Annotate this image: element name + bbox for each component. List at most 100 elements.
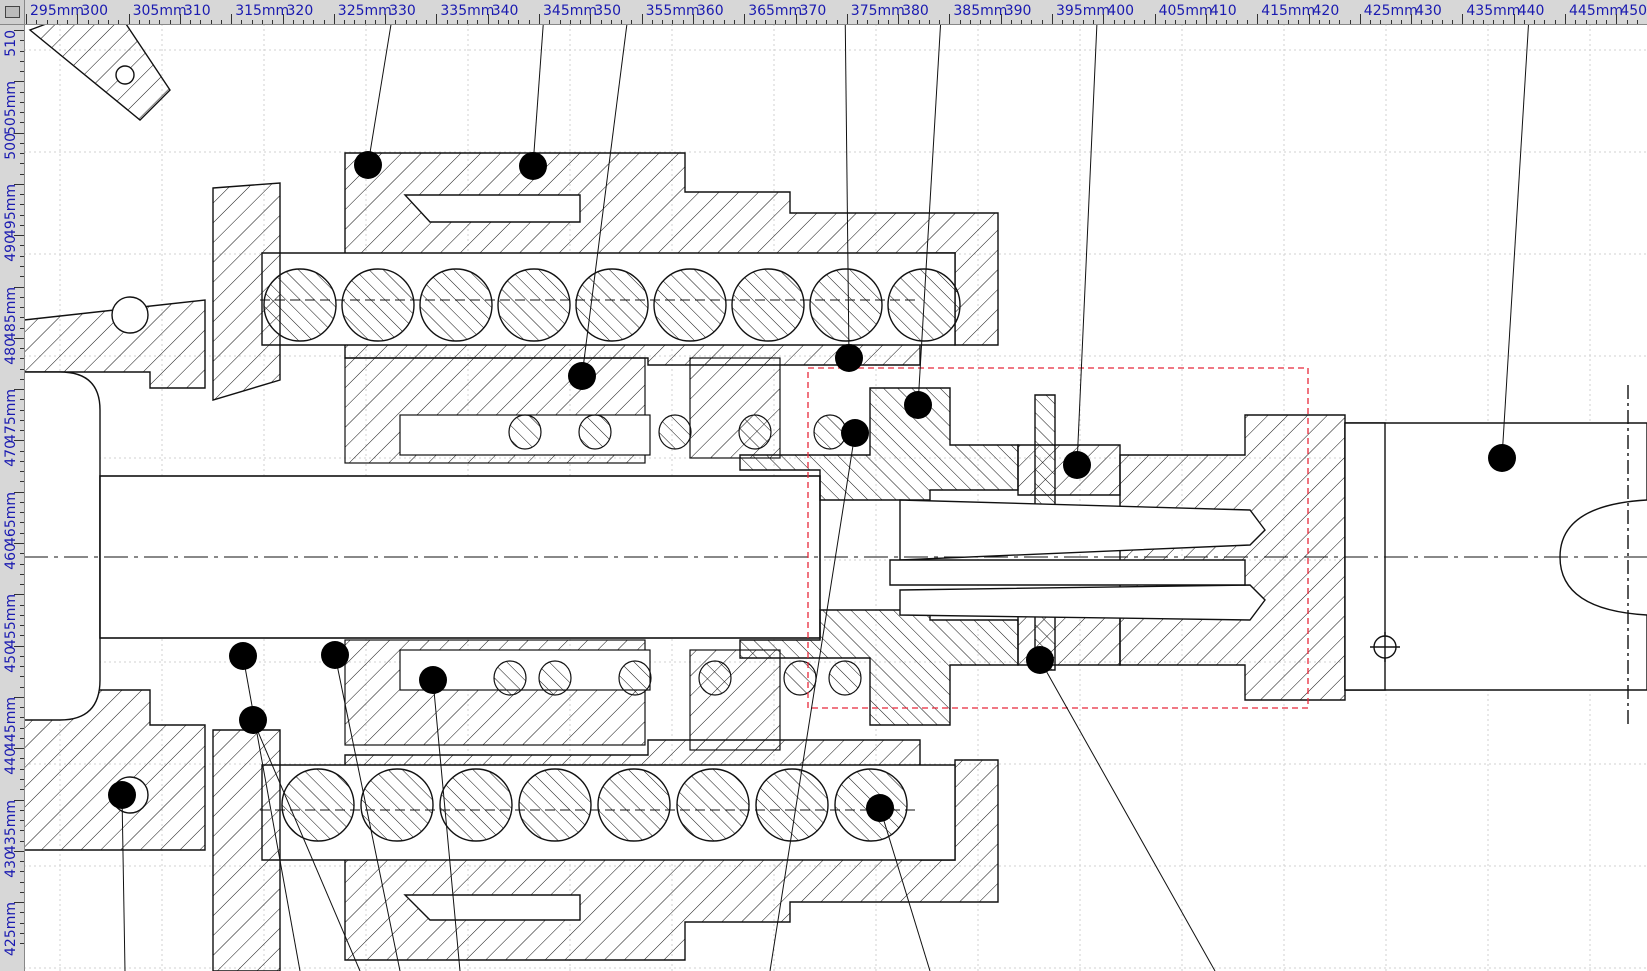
ruler-tick — [959, 20, 961, 24]
ruler-tick — [20, 666, 24, 668]
ruler-corner-button[interactable] — [0, 0, 25, 25]
small-spring-coil — [738, 414, 772, 450]
ruler-h-label: 435mm — [1466, 3, 1521, 19]
ruler-tick — [559, 20, 561, 24]
ruler-tick — [1113, 20, 1115, 24]
ruler-tick — [20, 142, 24, 144]
ruler-tick — [1195, 20, 1197, 24]
ruler-tick — [138, 20, 140, 24]
ruler-tick — [20, 112, 24, 114]
ruler-v-label: 470 — [3, 440, 19, 468]
callout-balloon[interactable] — [866, 794, 894, 822]
ruler-h-label: 425mm — [1363, 3, 1418, 19]
spring-coils-upper — [263, 268, 961, 342]
callout-balloon[interactable] — [568, 362, 596, 390]
ruler-tick — [20, 707, 24, 709]
ruler-tick — [118, 20, 120, 24]
callout-balloon[interactable] — [354, 151, 382, 179]
ruler-tick — [980, 20, 982, 24]
callout-balloon[interactable] — [1026, 646, 1054, 674]
callout-balloon[interactable] — [108, 781, 136, 809]
callout-balloon[interactable] — [841, 419, 869, 447]
callout-balloon[interactable] — [1488, 444, 1516, 472]
ruler-tick — [20, 163, 24, 165]
ruler-tick — [14, 286, 24, 288]
ruler-tick — [20, 430, 24, 432]
ruler-tick — [1144, 20, 1146, 24]
ruler-tick — [744, 14, 746, 24]
ruler-tick — [20, 727, 24, 729]
ruler-tick — [364, 20, 366, 24]
ruler-v-label: 495mm — [3, 183, 19, 238]
callout-balloon[interactable] — [904, 391, 932, 419]
spring-coil — [653, 268, 727, 342]
ruler-tick — [969, 20, 971, 24]
ruler-tick — [816, 20, 818, 24]
ruler-tick — [20, 368, 24, 370]
ruler-tick — [20, 768, 24, 770]
ruler-tick — [20, 265, 24, 267]
ruler-tick — [1616, 14, 1618, 24]
callout-balloon[interactable] — [229, 642, 257, 670]
spring-coil — [419, 268, 493, 342]
vertical-ruler[interactable]: 510 505mm 500 495mm 490 485mm 480 475mm 470 465mm… — [0, 0, 25, 971]
ruler-tick — [1308, 14, 1310, 24]
ruler-tick — [292, 20, 294, 24]
ruler-h-label: 445mm — [1569, 3, 1623, 19]
callout-balloon[interactable] — [1063, 451, 1091, 479]
ruler-tick — [1318, 20, 1320, 24]
ruler-tick — [20, 60, 24, 62]
ruler-tick — [20, 122, 24, 124]
ruler-v-label: 430 — [3, 850, 19, 878]
ruler-tick — [20, 194, 24, 196]
ruler-tick — [20, 573, 24, 575]
ruler-tick — [1503, 20, 1505, 24]
ruler-tick — [1329, 20, 1331, 24]
ruler-tick — [528, 20, 530, 24]
ruler-tick — [20, 553, 24, 555]
ruler-tick — [723, 20, 725, 24]
ruler-tick — [867, 20, 869, 24]
ruler-tick — [190, 20, 192, 24]
ruler-tick — [14, 491, 24, 493]
ruler-tick — [590, 14, 592, 24]
ruler-tick — [20, 409, 24, 411]
ruler-h-label: 410 — [1209, 3, 1237, 19]
ruler-v-label: 505mm — [3, 81, 19, 136]
horizontal-ruler[interactable]: 295mm 300 305mm 310 315mm 320 325mm 330 335mm 340… — [0, 0, 1647, 25]
ruler-tick — [1452, 20, 1454, 24]
ruler-tick — [1298, 20, 1300, 24]
ruler-tick — [1411, 14, 1413, 24]
ruler-tick — [14, 337, 24, 339]
drawing-canvas[interactable] — [0, 0, 1647, 971]
ruler-tick — [261, 20, 263, 24]
ruler-tick — [97, 20, 99, 24]
ruler-tick — [46, 20, 48, 24]
callout-balloon[interactable] — [835, 344, 863, 372]
cad-window: 295mm 300 305mm 310 315mm 320 325mm 330 335mm 340… — [0, 0, 1647, 971]
callout-balloon[interactable] — [239, 706, 267, 734]
ruler-h-label: 340 — [491, 3, 519, 19]
housing-lower — [212, 729, 999, 971]
ruler-tick — [20, 922, 24, 924]
ruler-tick — [497, 20, 499, 24]
ruler-tick — [1472, 20, 1474, 24]
ruler-h-label: 315mm — [235, 3, 290, 19]
callout-balloon[interactable] — [419, 666, 447, 694]
callout-balloon[interactable] — [519, 152, 547, 180]
ruler-h-label: 310 — [183, 3, 211, 19]
callout-balloon[interactable] — [321, 641, 349, 669]
ruler-tick — [20, 214, 24, 216]
ruler-tick — [20, 327, 24, 329]
ruler-tick — [939, 20, 941, 24]
ruler-tick — [20, 276, 24, 278]
ruler-tick — [426, 20, 428, 24]
ruler-tick — [754, 20, 756, 24]
ruler-h-label: 405mm — [1158, 3, 1213, 19]
spring-coil — [597, 768, 671, 842]
ruler-tick — [805, 20, 807, 24]
ruler-tick — [1052, 14, 1053, 24]
ruler-tick — [374, 20, 376, 24]
ruler-tick — [1339, 20, 1341, 24]
ruler-tick — [385, 14, 387, 24]
